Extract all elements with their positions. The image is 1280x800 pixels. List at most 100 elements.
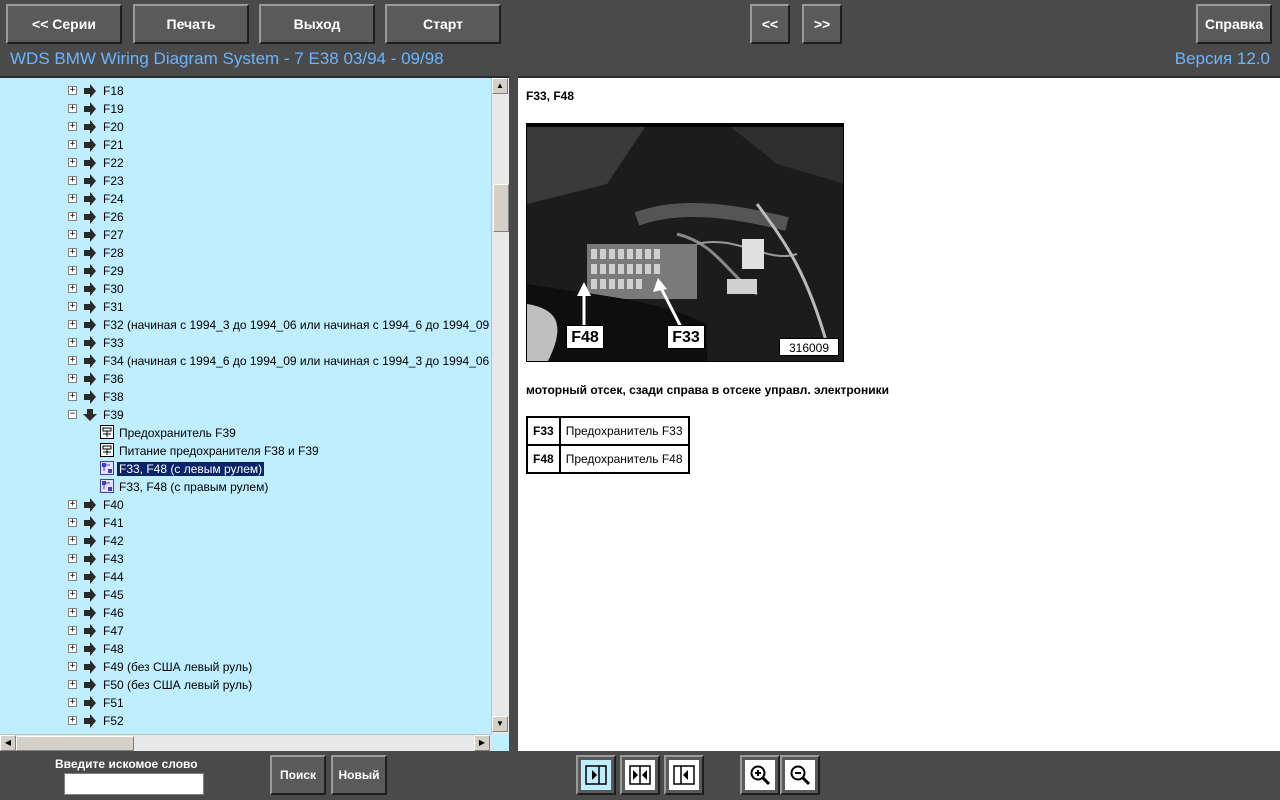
tree-leaf-item[interactable]: F33, F48 (с левым рулем)	[0, 460, 491, 478]
expand-toggle-icon[interactable]: +	[68, 392, 77, 401]
tree-item[interactable]: + F34 (начиная с 1994_6 до 1994_09 или на…	[0, 352, 491, 370]
location-icon	[100, 461, 114, 475]
tree-item[interactable]: + F22	[0, 154, 491, 172]
search-button[interactable]: Поиск	[270, 755, 326, 795]
start-button[interactable]: Старт	[385, 4, 501, 44]
tree-item[interactable]: + F36	[0, 370, 491, 388]
tree-item[interactable]: + F44	[0, 568, 491, 586]
tree-item[interactable]: + F49 (без США левый руль)	[0, 658, 491, 676]
photo-label-f33: F33	[667, 325, 705, 349]
folder-arrow-icon	[83, 696, 97, 710]
expand-toggle-icon[interactable]: +	[68, 572, 77, 581]
print-button[interactable]: Печать	[133, 4, 249, 44]
expand-toggle-icon[interactable]: +	[68, 356, 77, 365]
tree-leaf-item[interactable]: Предохранитель F39	[0, 424, 491, 442]
tree-leaf-label: F33, F48 (с правым рулем)	[119, 480, 269, 494]
tree-item[interactable]: + F31	[0, 298, 491, 316]
tree-item[interactable]: + F28	[0, 244, 491, 262]
expand-toggle-icon[interactable]: +	[68, 680, 77, 689]
scroll-right-button[interactable]: ▶	[474, 735, 490, 751]
tree-item-label: F33	[103, 336, 124, 350]
expand-toggle-icon[interactable]: +	[68, 158, 77, 167]
tree-item[interactable]: + F52	[0, 712, 491, 730]
expand-toggle-icon[interactable]: +	[68, 176, 77, 185]
tree-leaf-item[interactable]: F33, F48 (с правым рулем)	[0, 478, 491, 496]
expand-toggle-icon[interactable]: +	[68, 536, 77, 545]
scroll-up-button[interactable]: ▲	[492, 78, 508, 94]
expand-toggle-icon[interactable]: +	[68, 554, 77, 563]
tree-item[interactable]: + F32 (начиная с 1994_3 до 1994_06 или на…	[0, 316, 491, 334]
tree-item[interactable]: + F21	[0, 136, 491, 154]
tree-item-label: F50 (без США левый руль)	[103, 678, 253, 692]
tree-item[interactable]: + F42	[0, 532, 491, 550]
tree-item[interactable]: + F23	[0, 172, 491, 190]
horizontal-scroll-thumb[interactable]	[16, 736, 134, 751]
tree-item[interactable]: + F30	[0, 280, 491, 298]
expand-toggle-icon[interactable]: +	[68, 86, 77, 95]
expand-toggle-icon[interactable]: +	[68, 302, 77, 311]
expand-toggle-icon[interactable]: +	[68, 518, 77, 527]
expand-toggle-icon[interactable]: +	[68, 266, 77, 275]
tree-item[interactable]: + F51	[0, 694, 491, 712]
vertical-scroll-thumb[interactable]	[493, 184, 509, 232]
scroll-down-button[interactable]: ▼	[492, 716, 508, 732]
search-input[interactable]	[64, 773, 204, 795]
next-page-button[interactable]: >>	[802, 4, 842, 44]
folder-arrow-icon	[83, 156, 97, 170]
tree-item[interactable]: + F20	[0, 118, 491, 136]
expand-toggle-icon[interactable]: +	[68, 644, 77, 653]
expand-toggle-icon[interactable]: +	[68, 320, 77, 329]
expand-toggle-icon[interactable]: +	[68, 230, 77, 239]
tree-item[interactable]: + F43	[0, 550, 491, 568]
tree-item[interactable]: + F29	[0, 262, 491, 280]
tree-item[interactable]: + F26	[0, 208, 491, 226]
tree-item[interactable]: + F48	[0, 640, 491, 658]
tree-item[interactable]: + F41	[0, 514, 491, 532]
show-right-pane-button[interactable]	[576, 755, 616, 795]
series-button[interactable]: << Серии	[6, 4, 122, 44]
tree-item[interactable]: + F18	[0, 82, 491, 100]
exit-button[interactable]: Выход	[259, 4, 375, 44]
tree-item[interactable]: + F19	[0, 100, 491, 118]
expand-toggle-icon[interactable]: +	[68, 338, 77, 347]
tree-item[interactable]: + F45	[0, 586, 491, 604]
show-left-pane-button[interactable]	[664, 755, 704, 795]
tree-item[interactable]: + F24	[0, 190, 491, 208]
expand-toggle-icon[interactable]: +	[68, 608, 77, 617]
zoom-in-button[interactable]	[740, 755, 780, 795]
expand-toggle-icon[interactable]: +	[68, 374, 77, 383]
vertical-scrollbar[interactable]: ▲ ▼	[491, 78, 509, 734]
expand-toggle-icon[interactable]: +	[68, 194, 77, 203]
tree-item[interactable]: − F39	[0, 406, 491, 424]
scroll-left-button[interactable]: ◀	[0, 735, 16, 751]
tree-leaf-item[interactable]: Питание предохранителя F38 и F39	[0, 442, 491, 460]
expand-toggle-icon[interactable]: +	[68, 212, 77, 221]
expand-toggle-icon[interactable]: +	[68, 248, 77, 257]
zoom-out-button[interactable]	[780, 755, 820, 795]
tree-item[interactable]: + F46	[0, 604, 491, 622]
tree-item[interactable]: + F40	[0, 496, 491, 514]
tree-item[interactable]: + F50 (без США левый руль)	[0, 676, 491, 694]
tree-item[interactable]: + F27	[0, 226, 491, 244]
new-search-button[interactable]: Новый	[331, 755, 387, 795]
expand-toggle-icon[interactable]: +	[68, 716, 77, 725]
prev-page-button[interactable]: <<	[750, 4, 790, 44]
location-icon	[100, 479, 114, 493]
pane-divider[interactable]	[509, 76, 518, 751]
split-panes-button[interactable]	[620, 755, 660, 795]
expand-toggle-icon[interactable]: +	[68, 590, 77, 599]
tree-item[interactable]: + F33	[0, 334, 491, 352]
collapse-toggle-icon[interactable]: −	[68, 410, 77, 419]
expand-toggle-icon[interactable]: +	[68, 122, 77, 131]
expand-toggle-icon[interactable]: +	[68, 104, 77, 113]
tree-item[interactable]: + F38	[0, 388, 491, 406]
expand-toggle-icon[interactable]: +	[68, 284, 77, 293]
expand-toggle-icon[interactable]: +	[68, 626, 77, 635]
horizontal-scrollbar[interactable]: ◀ ▶	[0, 734, 491, 751]
tree-item[interactable]: + F47	[0, 622, 491, 640]
help-button[interactable]: Справка	[1196, 4, 1272, 44]
expand-toggle-icon[interactable]: +	[68, 662, 77, 671]
expand-toggle-icon[interactable]: +	[68, 698, 77, 707]
expand-toggle-icon[interactable]: +	[68, 500, 77, 509]
expand-toggle-icon[interactable]: +	[68, 140, 77, 149]
